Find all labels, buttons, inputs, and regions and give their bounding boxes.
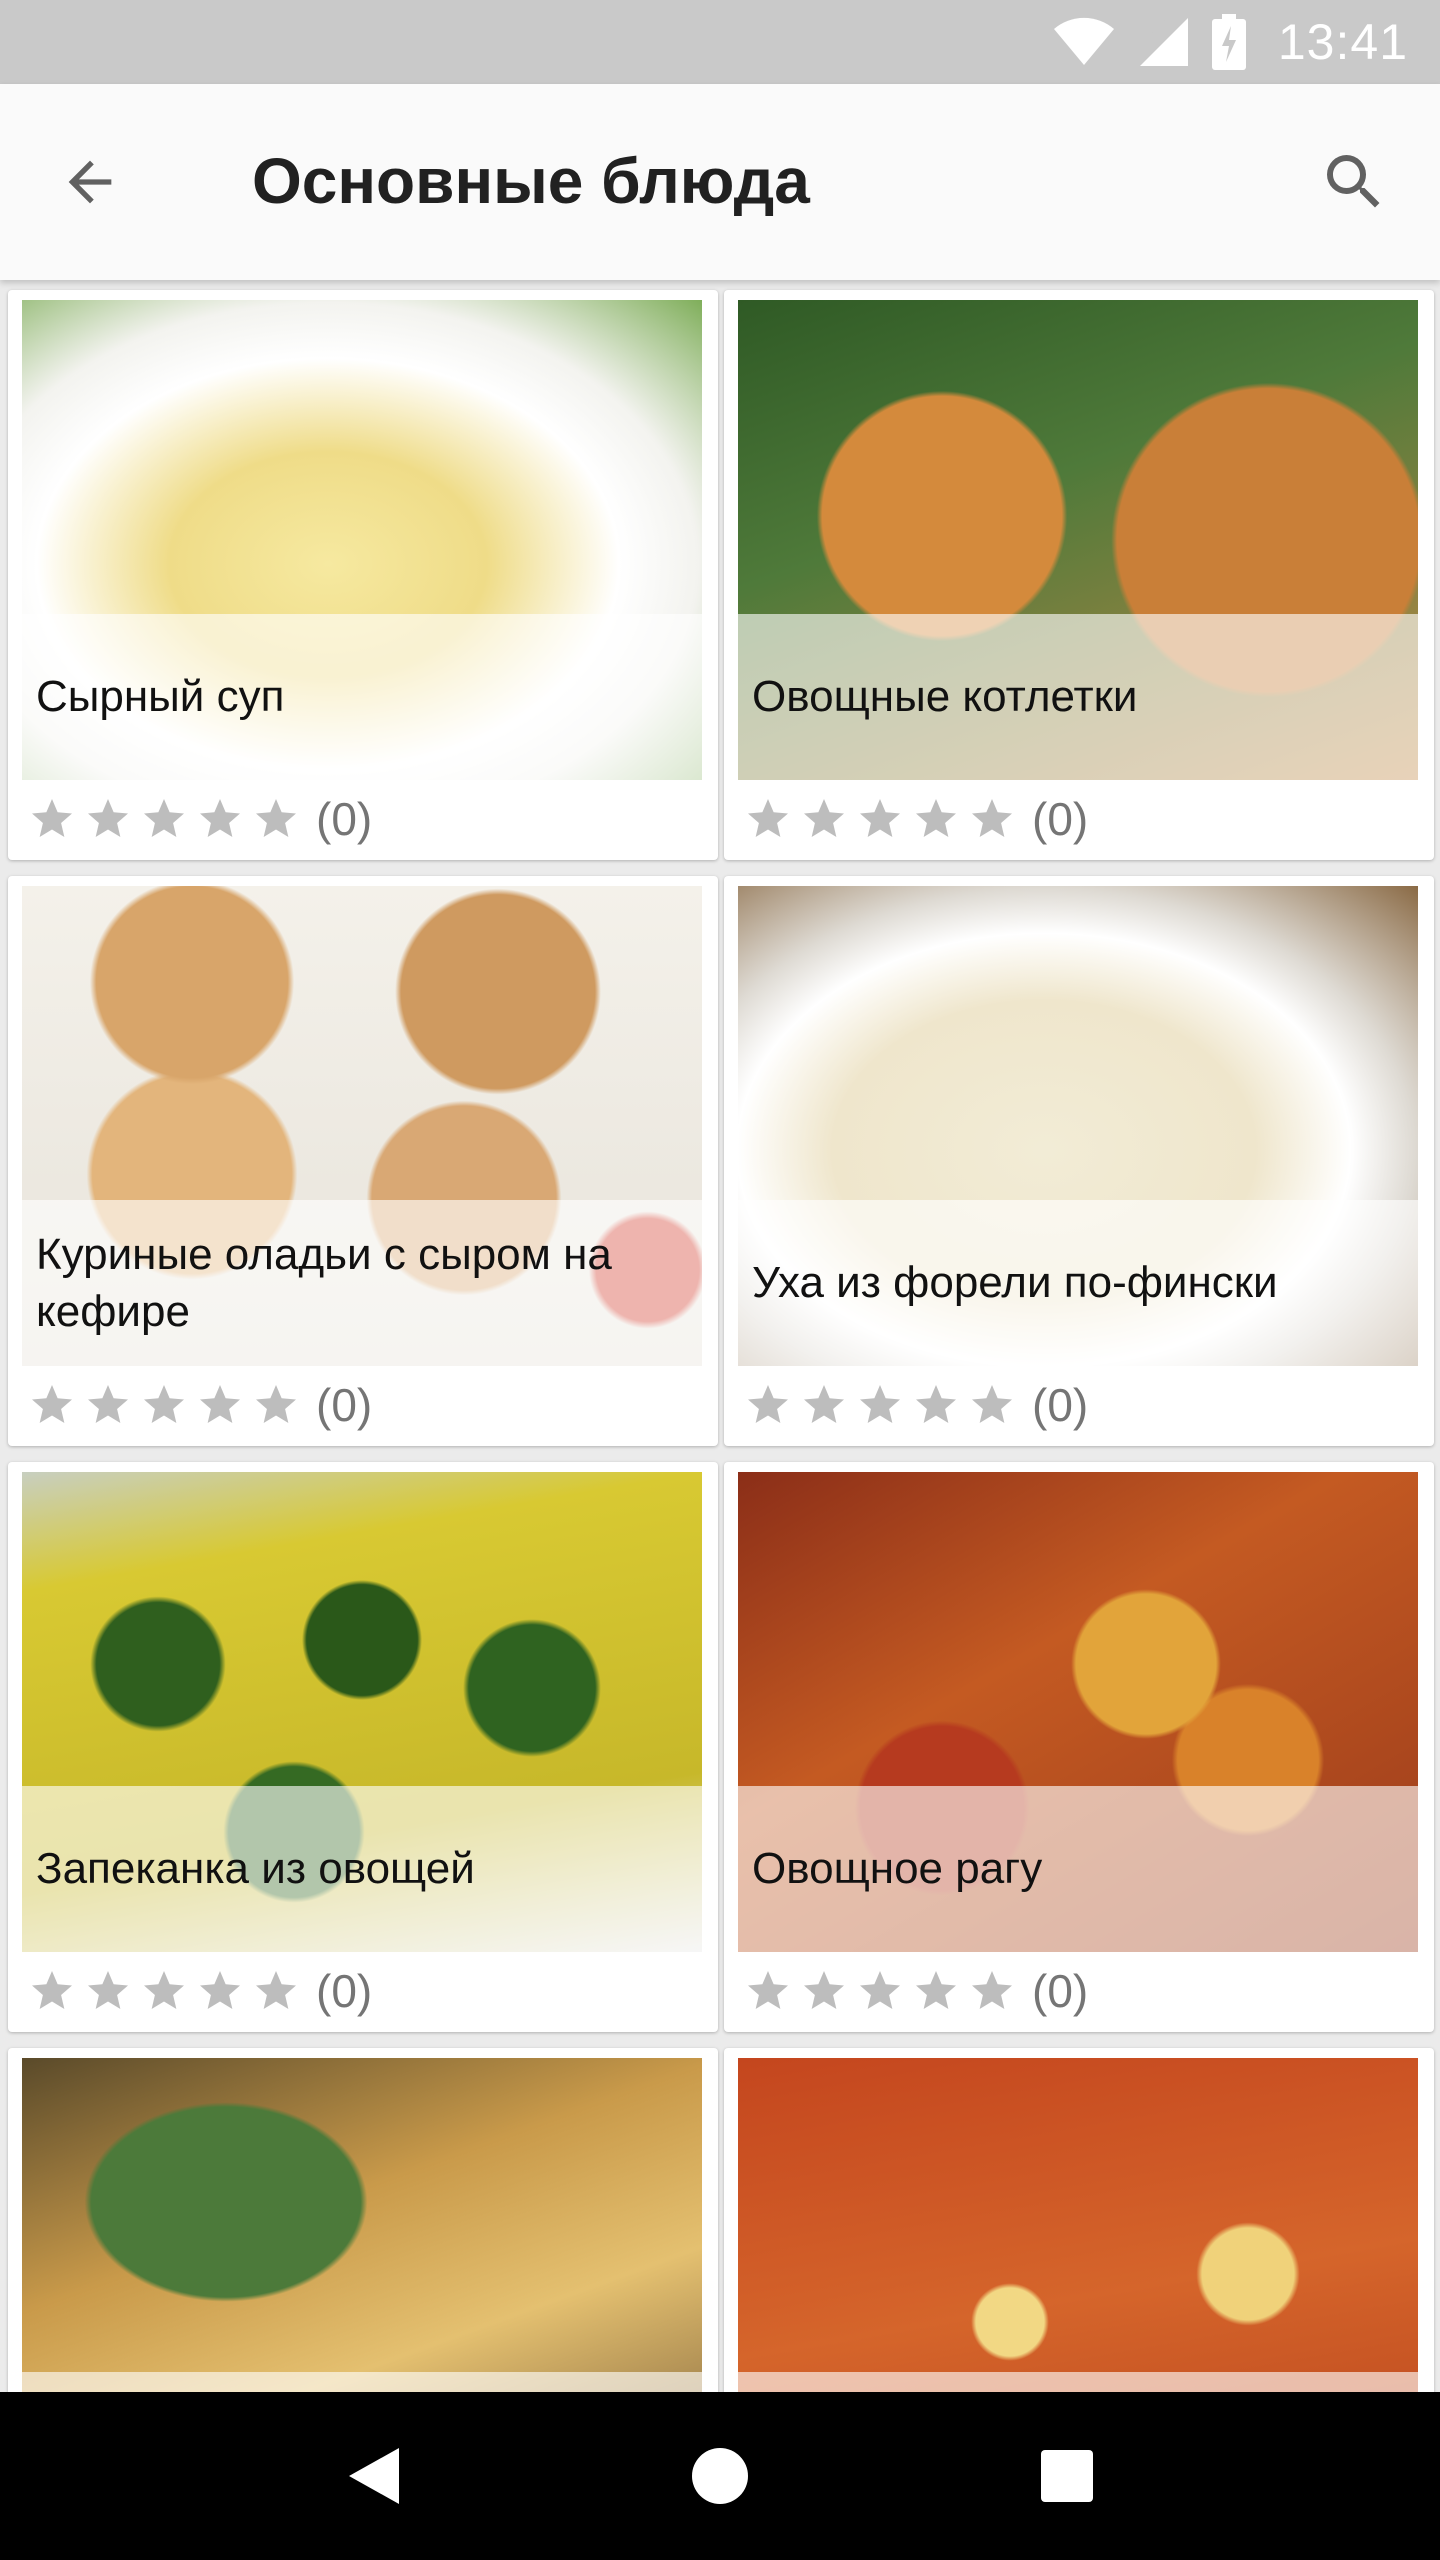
recipe-title: Куриные оладьи с сыром на кефире — [36, 1229, 612, 1336]
rating-count: (0) — [316, 1379, 373, 1431]
star-icon — [32, 799, 72, 837]
recipe-title-strip: Сырный суп — [22, 614, 702, 780]
recipe-title: Овощные котлетки — [752, 672, 1138, 722]
search-icon — [1327, 155, 1380, 208]
star-icon — [972, 799, 1012, 837]
nav-back-button[interactable] — [313, 2416, 433, 2536]
arrow-back-icon — [68, 160, 112, 204]
star-icon — [144, 1971, 184, 2009]
star-icon — [748, 1385, 788, 1423]
recipe-title-strip: Запеканка из овощей — [22, 1786, 702, 1952]
recipe-title: Уха из форели по-фински — [752, 1258, 1278, 1308]
recipe-image: Сырный суп — [22, 300, 702, 780]
star-icon — [860, 1385, 900, 1423]
star-icon — [804, 1385, 844, 1423]
recipe-title-strip: Овощные котлетки — [738, 614, 1418, 780]
star-icon — [200, 1971, 240, 2009]
recipe-title: Запеканка из овощей — [36, 1844, 475, 1894]
recipe-card[interactable]: Куриные оладьи с сыром на кефире (0) — [8, 876, 718, 1446]
recipe-image: Овощные котлетки — [738, 300, 1418, 780]
page-title: Основные блюда — [252, 145, 810, 217]
star-icon — [200, 799, 240, 837]
recipe-image — [738, 2058, 1418, 2392]
star-icon — [32, 1385, 72, 1423]
nav-home-button[interactable] — [660, 2416, 780, 2536]
recipe-card[interactable]: Овощные котлетки (0) — [724, 290, 1434, 860]
recipe-card[interactable] — [724, 2048, 1434, 2392]
rating-bar[interactable]: (0) — [744, 1956, 1088, 2026]
back-button[interactable] — [50, 142, 130, 222]
rating-bar[interactable]: (0) — [744, 784, 1088, 854]
star-icon — [804, 1971, 844, 2009]
nav-recents-button[interactable] — [1007, 2416, 1127, 2536]
recipe-image: Запеканка из овощей — [22, 1472, 702, 1952]
recipe-image: Куриные оладьи с сыром на кефире — [22, 886, 702, 1366]
recipe-title-strip — [738, 2372, 1418, 2392]
nav-back-icon — [349, 2448, 400, 2504]
star-icon — [256, 1971, 296, 2009]
star-icon — [860, 1971, 900, 2009]
recipe-card[interactable]: Сырный суп (0) — [8, 290, 718, 860]
recipe-title-strip: Куриные оладьи с сыром на кефире — [22, 1200, 702, 1366]
recipe-card[interactable]: Уха из форели по-фински (0) — [724, 876, 1434, 1446]
recipe-image: Уха из форели по-фински — [738, 886, 1418, 1366]
star-icon — [916, 799, 956, 837]
recipe-title: Овощное рагу — [752, 1844, 1043, 1894]
recipe-card[interactable]: Запеканка из овощей (0) — [8, 1462, 718, 2032]
rating-bar[interactable]: (0) — [744, 1370, 1088, 1440]
status-time: 13:41 — [1277, 14, 1408, 70]
rating-count: (0) — [316, 1965, 373, 2017]
recipe-image: Овощное рагу — [738, 1472, 1418, 1952]
recipe-image — [22, 2058, 702, 2392]
star-icon — [144, 799, 184, 837]
recipe-title-strip: Овощное рагу — [738, 1786, 1418, 1952]
system-nav-bar — [0, 2392, 1440, 2560]
star-icon — [860, 799, 900, 837]
rating-bar[interactable]: (0) — [28, 784, 372, 854]
recipe-card[interactable] — [8, 2048, 718, 2392]
nav-home-icon — [691, 2448, 748, 2504]
recipe-title-strip: Уха из форели по-фински — [738, 1200, 1418, 1366]
wifi-icon — [1053, 17, 1114, 65]
rating-count: (0) — [316, 793, 373, 845]
star-icon — [916, 1971, 956, 2009]
rating-bar[interactable]: (0) — [28, 1956, 372, 2026]
star-icon — [256, 799, 296, 837]
status-icons: 13:41 — [1052, 13, 1408, 71]
star-icon — [88, 799, 128, 837]
star-icon — [972, 1385, 1012, 1423]
star-icon — [804, 799, 844, 837]
recipe-title-strip — [22, 2372, 702, 2392]
app-bar: Основные блюда — [0, 84, 1440, 280]
search-button[interactable] — [1312, 140, 1396, 224]
status-bar: 13:41 — [0, 0, 1440, 84]
star-icon — [916, 1385, 956, 1423]
rating-bar[interactable]: (0) — [28, 1370, 372, 1440]
star-icon — [200, 1385, 240, 1423]
nav-recents-icon — [1040, 2450, 1093, 2502]
star-icon — [748, 799, 788, 837]
star-icon — [144, 1385, 184, 1423]
star-icon — [88, 1385, 128, 1423]
rating-count: (0) — [1032, 1379, 1089, 1431]
star-icon — [256, 1385, 296, 1423]
star-icon — [32, 1971, 72, 2009]
star-icon — [972, 1971, 1012, 2009]
signal-icon — [1139, 18, 1188, 66]
rating-count: (0) — [1032, 793, 1089, 845]
battery-icon — [1211, 14, 1246, 70]
star-icon — [88, 1971, 128, 2009]
rating-count: (0) — [1032, 1965, 1089, 2017]
recipe-list[interactable]: Сырный суп (0) Овощные котлетки (0) Кури… — [0, 280, 1440, 2392]
star-icon — [748, 1971, 788, 2009]
recipe-title: Сырный суп — [36, 672, 285, 722]
recipe-card[interactable]: Овощное рагу (0) — [724, 1462, 1434, 2032]
